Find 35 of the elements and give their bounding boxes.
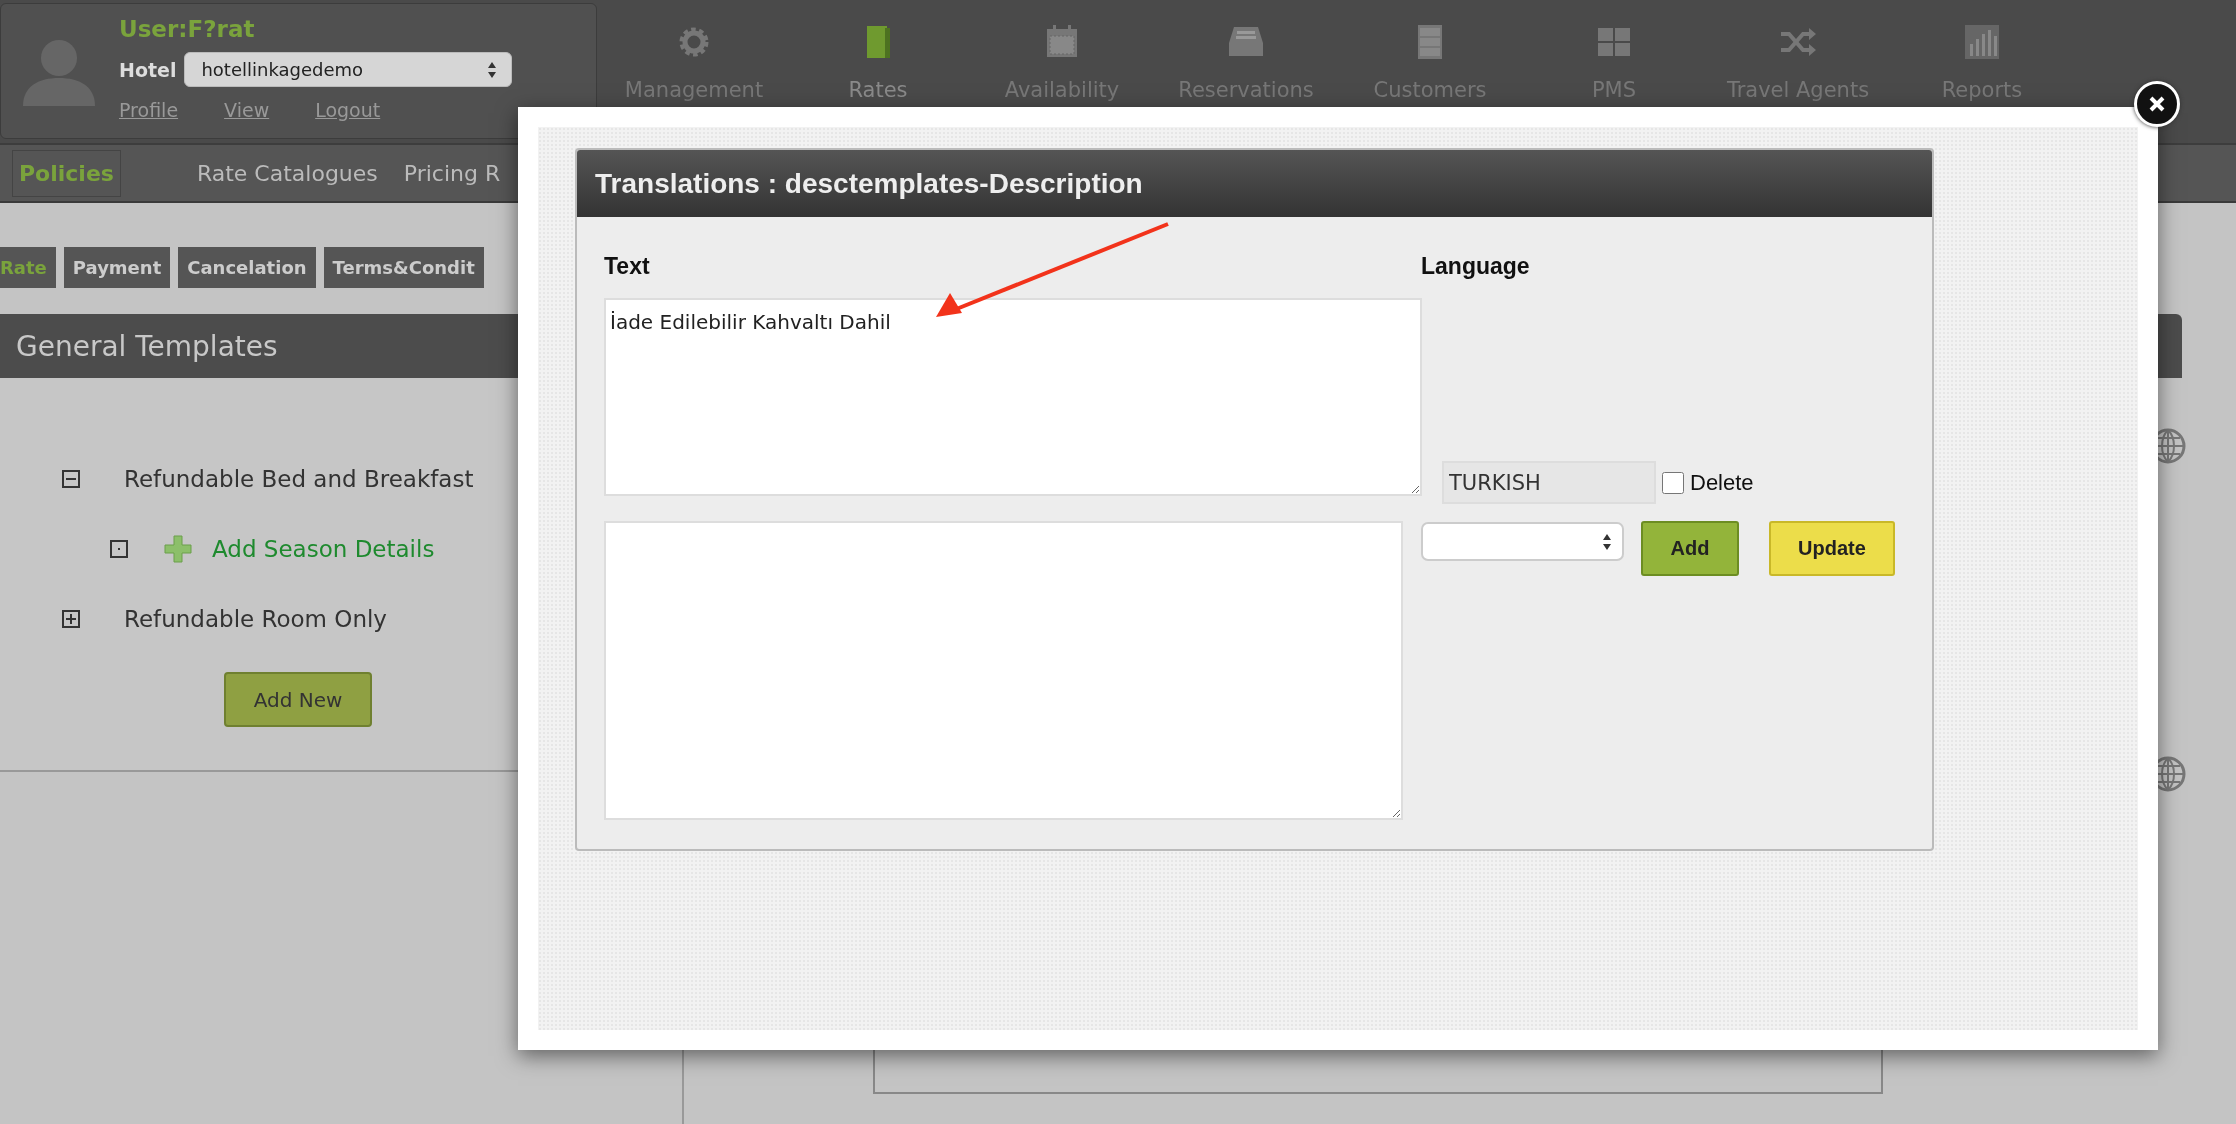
bar-chart-icon bbox=[1962, 22, 2002, 62]
user-link[interactable]: Logout bbox=[315, 99, 381, 121]
policy-tab[interactable]: Terms&Condit bbox=[323, 247, 484, 288]
hotel-label: Hotel bbox=[119, 58, 177, 81]
panel-title: Translations : desctemplates-Description bbox=[577, 150, 1932, 217]
add-new-button[interactable]: Add New bbox=[224, 672, 372, 727]
add-season-link[interactable]: Add Season Details bbox=[212, 536, 435, 562]
text-area[interactable]: İade Edilebilir Kahvaltı Dahil bbox=[604, 298, 1422, 496]
policy-tab[interactable]: Payment bbox=[63, 247, 171, 288]
policy-tab[interactable]: Cancelation bbox=[178, 247, 316, 288]
updown-arrows-icon bbox=[1602, 532, 1612, 551]
updown-arrows-icon bbox=[487, 60, 498, 79]
hotel-dropdown[interactable]: hotellinkagedemo bbox=[184, 52, 513, 87]
leaf-icon bbox=[110, 540, 128, 558]
tree-item[interactable]: Refundable Bed and Breakfast bbox=[124, 466, 474, 492]
close-icon bbox=[2147, 94, 2167, 114]
delete-checkbox[interactable] bbox=[1662, 472, 1684, 494]
user-name: User:F?rat bbox=[119, 16, 256, 42]
sub-nav-tab[interactable]: Pricing R bbox=[403, 160, 501, 186]
collapse-icon[interactable] bbox=[62, 470, 80, 488]
nav-item[interactable]: Rates bbox=[786, 0, 970, 143]
language-field[interactable]: TURKISH bbox=[1442, 461, 1656, 504]
update-button[interactable]: Update bbox=[1769, 521, 1895, 576]
user-link[interactable]: View bbox=[224, 99, 270, 121]
policy-tab[interactable]: Rate bbox=[0, 247, 56, 288]
tree-item[interactable]: Refundable Room Only bbox=[124, 606, 387, 632]
add-button[interactable]: Add bbox=[1641, 521, 1739, 576]
language-label: Language bbox=[1421, 253, 1531, 281]
user-link[interactable]: Profile bbox=[119, 99, 179, 121]
sub-nav-tab[interactable]: Policies bbox=[12, 149, 121, 197]
sub-nav-tab[interactable]: Rate Catalogues bbox=[196, 160, 378, 186]
plus-icon bbox=[164, 535, 192, 563]
expand-icon[interactable] bbox=[62, 610, 80, 628]
delete-label: Delete bbox=[1690, 470, 1754, 496]
text-label: Text bbox=[604, 253, 651, 281]
